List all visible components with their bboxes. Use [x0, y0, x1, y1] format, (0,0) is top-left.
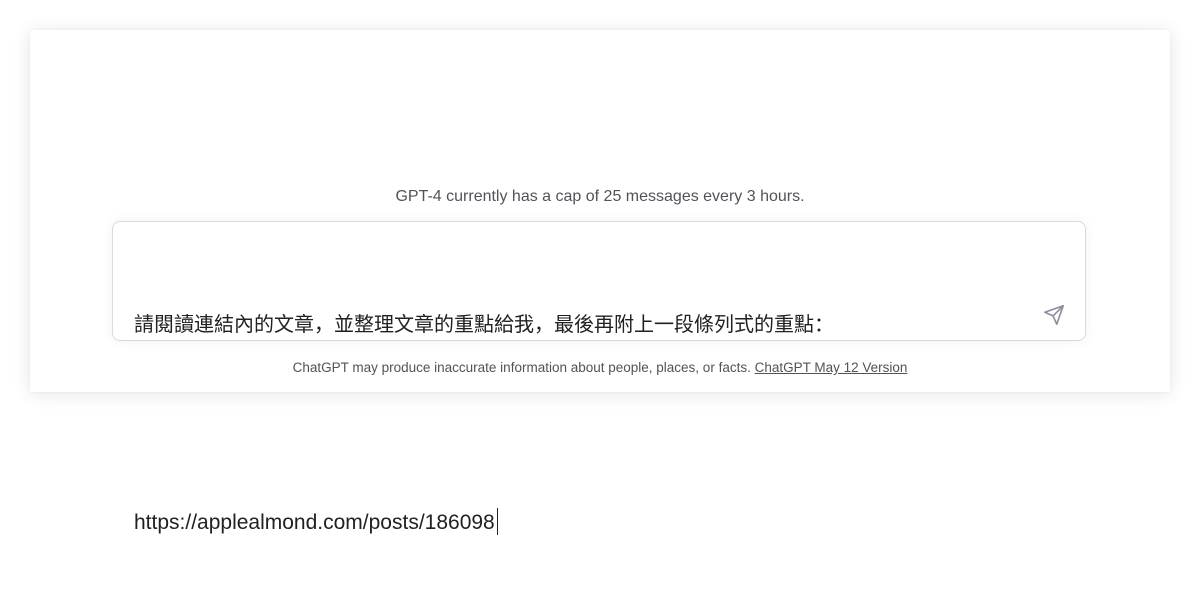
- chat-window: GPT-4 currently has a cap of 25 messages…: [30, 30, 1170, 535]
- prompt-line-1: 請閱讀連結內的文章，並整理文章的重點給我，最後再附上一段條列式的重點：: [134, 312, 834, 336]
- paper-plane-icon: [1044, 305, 1064, 325]
- message-cap-notice: GPT-4 currently has a cap of 25 messages…: [395, 188, 805, 205]
- disclaimer-footer: ChatGPT may produce inaccurate informati…: [30, 360, 1170, 375]
- send-button[interactable]: [1041, 302, 1067, 328]
- version-link[interactable]: ChatGPT May 12 Version: [755, 360, 908, 375]
- message-input[interactable]: 請閱讀連結內的文章，並整理文章的重點給我，最後再附上一段條列式的重點： http…: [112, 221, 1086, 535]
- prompt-text[interactable]: 請閱讀連結內的文章，並整理文章的重點給我，最後再附上一段條列式的重點： http…: [134, 242, 1014, 605]
- disclaimer-text: ChatGPT may produce inaccurate informati…: [292, 360, 751, 375]
- prompt-blank-line: [134, 407, 1014, 440]
- text-caret: [496, 508, 499, 535]
- prompt-url-text: https://applealmond.com/posts/186098: [134, 511, 495, 534]
- prompt-line-2: https://applealmond.com/posts/186098: [134, 506, 1014, 539]
